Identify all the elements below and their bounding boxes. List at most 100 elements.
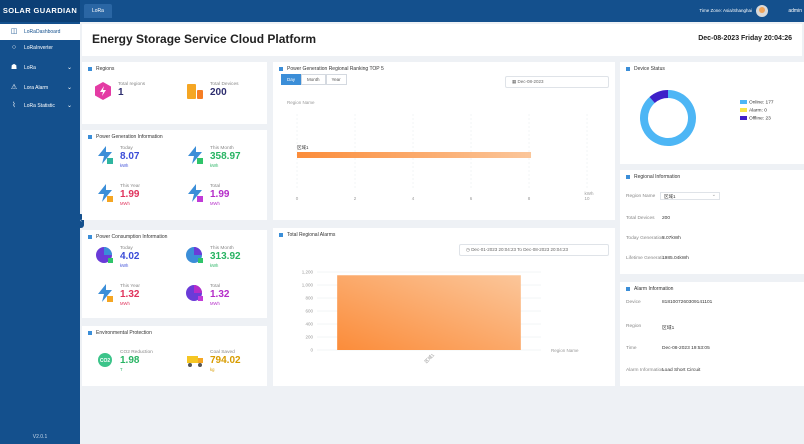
- month-button[interactable]: Month: [301, 74, 326, 85]
- region-select[interactable]: 区域1: [660, 192, 720, 200]
- regions-card: Regions Total regions 1 Total Devices 20…: [82, 62, 267, 124]
- sidebar-item-lora[interactable]: ☗ LoRa ⌄: [0, 60, 80, 76]
- y-tick-label: 600: [305, 309, 313, 314]
- top-bar: SOLAR GUARDIAN LoRa Time Zone: Asia/Shan…: [0, 0, 804, 22]
- regional-info-card: Regional Information Region Name 区域1 Tot…: [620, 170, 804, 274]
- user-name[interactable]: admin: [788, 0, 802, 22]
- alarm-region-row: Region 区域1: [626, 324, 675, 331]
- y-tick-label: 1,000: [302, 283, 314, 288]
- card-title: Regional Information: [626, 174, 680, 180]
- power-consumption-card: Power Consumption Information Today 4.02…: [82, 230, 267, 318]
- alarm-information-row: Alarm Information Load Short Circuit: [626, 368, 701, 373]
- device-icon: [187, 84, 203, 99]
- legend-online: Online: 177: [740, 100, 774, 105]
- sidebar-item-loradashboard[interactable]: ◫ LoRaDashboard: [0, 24, 80, 40]
- page-header: Energy Storage Service Cloud Platform De…: [82, 24, 802, 56]
- lightning-icon: [98, 184, 113, 202]
- region-name-row: Region Name 区域1: [626, 192, 720, 200]
- page-title: Energy Storage Service Cloud Platform: [92, 32, 317, 46]
- sidebar-item-label: LoRaInverter: [24, 45, 53, 51]
- pie-chart-icon: [96, 247, 113, 263]
- x-tick-label: 6: [470, 196, 473, 201]
- dashboard-icon: ◫: [10, 28, 18, 35]
- chevron-down-icon: ⌄: [66, 85, 72, 91]
- sidebar-item-label: LoRa Statistic: [24, 103, 55, 109]
- total-devices-row: Total Devices 200: [626, 216, 671, 221]
- total-devices-value: 200: [210, 87, 227, 98]
- card-title: Alarm Information: [626, 286, 673, 292]
- alarm-device-row: Device 8181007260309141101: [626, 300, 713, 305]
- lightning-icon: [188, 184, 203, 202]
- x-tick-label: 10: [584, 196, 590, 201]
- sidebar-item-lora-statistic[interactable]: ⌇ LoRa Statistic ⌄: [0, 98, 80, 114]
- co2-icon: CO2: [98, 353, 112, 367]
- sidebar-item-label: Lora Alarm: [24, 85, 49, 91]
- y-axis-name: Region Name: [287, 100, 315, 105]
- card-title: Total Regional Alarms: [279, 232, 335, 238]
- brand-logo: SOLAR GUARDIAN: [0, 0, 80, 22]
- x-tick-label: 8: [528, 196, 531, 201]
- x-tick-label: 0: [296, 196, 299, 201]
- chevron-down-icon: ⌄: [66, 65, 72, 71]
- current-datetime: Dec-08-2023 Friday 20:04:26: [698, 35, 792, 42]
- power-generation-card: Power Generation Information Today 8.07 …: [82, 130, 267, 220]
- pie-chart-icon: [186, 247, 203, 263]
- ranking-date-picker[interactable]: ▦ Dec-08-2023: [505, 76, 609, 88]
- truck-icon: [187, 356, 203, 367]
- inverter-icon: ○: [11, 44, 17, 51]
- environmental-card: Environmental Protection CO2 CO2 Reducti…: [82, 326, 267, 386]
- bar: [337, 275, 521, 350]
- avatar[interactable]: [756, 5, 768, 17]
- ranking-card: Power Generation Regional Ranking TOP 5 …: [273, 62, 615, 220]
- version-label: V2.0.1: [32, 434, 48, 440]
- alarm-date-range[interactable]: ◷ Dec-01-2023 20:04:23 To Dec-08-2023 20…: [459, 244, 609, 256]
- legend-alarm: Alarm: 0: [740, 108, 767, 113]
- sidebar-item-label: LoRaDashboard: [24, 29, 61, 35]
- y-tick-label: 800: [305, 296, 313, 301]
- ranking-chart: Region Name 0 2 4 6 8 10kWh 区域1: [287, 100, 594, 201]
- y-tick-label: 200: [305, 335, 313, 340]
- bar: [297, 152, 532, 158]
- x-tick-label: 2: [354, 196, 357, 201]
- day-button[interactable]: Day: [281, 74, 302, 85]
- svg-text:CO2: CO2: [100, 358, 111, 364]
- alarm-icon: ⚠: [10, 84, 18, 91]
- y-tick-label: 400: [305, 322, 313, 327]
- lightning-icon: [98, 146, 113, 164]
- device-status-donut: [640, 90, 696, 146]
- sidebar: ◫ LoRaDashboard ○ LoRaInverter ☗ LoRa ⌄ …: [0, 22, 80, 444]
- x-axis-name: Region Name: [551, 348, 579, 353]
- alarms-card: Total Regional Alarms ◷ Dec-01-2023 20:0…: [273, 228, 615, 386]
- alarms-chart: 0 200 400 600 800 1,000 1,200 区域1 Region Name: [302, 270, 579, 365]
- y-tick-label: 1,200: [302, 270, 314, 275]
- tab-lora[interactable]: LoRa: [84, 4, 112, 18]
- card-title: Power Generation Information: [88, 134, 163, 140]
- card-title: Regions: [88, 66, 114, 72]
- lora-icon: ☗: [10, 64, 18, 71]
- card-title: Power Consumption Information: [88, 234, 167, 240]
- statistic-icon: ⌇: [12, 102, 16, 109]
- year-button[interactable]: Year: [325, 74, 347, 85]
- region-icon: [95, 82, 111, 100]
- sidebar-item-lorainverter[interactable]: ○ LoRaInverter: [0, 40, 80, 56]
- category-label: 区域1: [297, 144, 309, 150]
- alarm-info-card: Alarm Information Device 8181007260309141…: [620, 282, 804, 386]
- alarm-time-row: Time Dec-08-2023 19:53:05: [626, 346, 710, 351]
- card-title: Device Status: [626, 66, 665, 72]
- y-tick-label: 0: [310, 348, 313, 353]
- total-regions-value: 1: [118, 87, 124, 98]
- lightning-icon: [188, 146, 203, 164]
- x-tick-label: 4: [412, 196, 415, 201]
- legend-offline: Offline: 23: [740, 116, 771, 121]
- lightning-icon: [98, 284, 113, 302]
- chevron-down-icon: ⌄: [66, 103, 72, 109]
- timezone-label: Time Zone: Asia/Shanghai: [699, 8, 752, 13]
- sidebar-item-lora-alarm[interactable]: ⚠ Lora Alarm ⌄: [0, 80, 80, 96]
- lifetime-generation-row: Lifetime Generati... 1985.04kWh: [626, 256, 689, 261]
- period-toggle: Day Month Year: [281, 74, 347, 85]
- donut-slice-online: [640, 90, 696, 146]
- today-generation-row: Today Generation 8.07kWh: [626, 236, 681, 241]
- sidebar-item-label: LoRa: [24, 65, 36, 71]
- card-title: Environmental Protection: [88, 330, 152, 336]
- donut-slice-offline: [649, 90, 669, 104]
